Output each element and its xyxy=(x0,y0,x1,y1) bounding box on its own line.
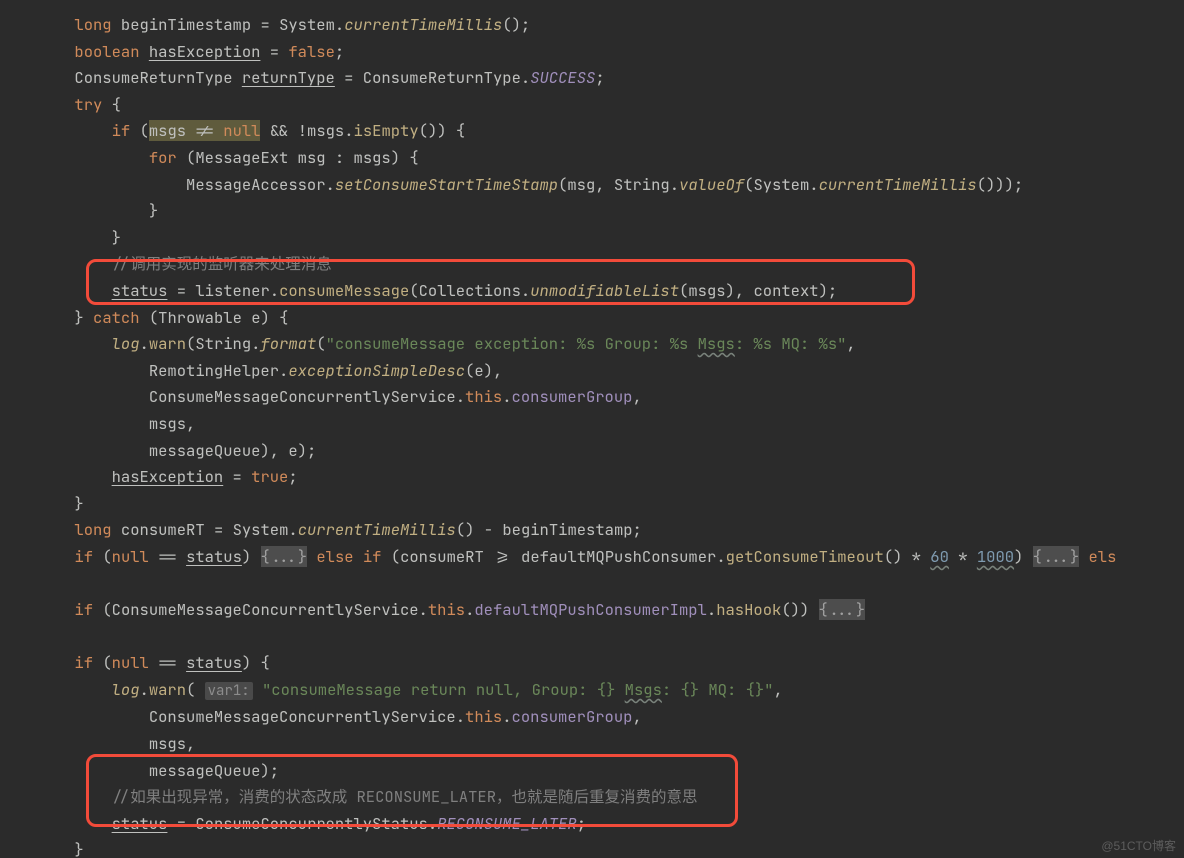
code-fold[interactable]: {...} xyxy=(819,599,866,620)
code-line: if (null == status) {...} else if (consu… xyxy=(0,546,1116,567)
code-line: RemotingHelper.exceptionSimpleDesc(e), xyxy=(0,360,502,381)
keyword-boolean: boolean xyxy=(74,41,139,62)
keyword-long: long xyxy=(74,14,111,35)
code-line: for (MessageExt msg : msgs) { xyxy=(0,147,419,168)
code-line: ConsumeMessageConcurrentlyService.this.c… xyxy=(0,706,642,727)
code-line: status = ConsumeConcurrentlyStatus.RECON… xyxy=(0,813,586,834)
code-line: //如果出现异常，消费的状态改成 RECONSUME_LATER，也就是随后重复… xyxy=(0,786,698,807)
keyword-try: try xyxy=(74,94,102,115)
code-line: log.warn( var1: "consumeMessage return n… xyxy=(0,679,783,700)
code-line: if (ConsumeMessageConcurrentlyService.th… xyxy=(0,599,865,620)
code-line: ConsumeReturnType returnType = ConsumeRe… xyxy=(0,67,605,88)
comment: //调用实现的监听器来处理消息 xyxy=(112,253,332,274)
code-fold[interactable]: {...} xyxy=(261,546,308,567)
code-line: status = listener.consumeMessage(Collect… xyxy=(0,280,837,301)
keyword-if: if xyxy=(112,120,131,141)
code-line: } xyxy=(0,200,158,221)
keyword-for: for xyxy=(149,147,177,168)
code-line: } xyxy=(0,493,84,514)
code-line xyxy=(0,626,9,647)
code-line: hasException = true; xyxy=(0,466,298,487)
code-line: MessageAccessor.setConsumeStartTimeStamp… xyxy=(0,174,1023,195)
code-line: long consumeRT = System.currentTimeMilli… xyxy=(0,519,642,540)
code-line: messageQueue), e); xyxy=(0,440,316,461)
code-line: msgs, xyxy=(0,413,195,434)
keyword-catch: catch xyxy=(93,307,140,328)
code-line: ConsumeMessageConcurrentlyService.this.c… xyxy=(0,386,642,407)
highlighted-expr: msgs != null xyxy=(149,120,261,141)
code-line: if (msgs != null && !msgs.isEmpty()) { xyxy=(0,120,465,141)
code-line: if (null == status) { xyxy=(0,652,270,673)
code-fold[interactable]: {...} xyxy=(1033,546,1080,567)
code-line: //调用实现的监听器来处理消息 xyxy=(0,253,332,274)
code-line: } catch (Throwable e) { xyxy=(0,307,288,328)
code-line: msgs, xyxy=(0,733,195,754)
code-line: try { xyxy=(0,94,121,115)
code-line: long beginTimestamp = System.currentTime… xyxy=(0,14,530,35)
code-line: } xyxy=(0,839,84,858)
code-line: boolean hasException = false; xyxy=(0,41,344,62)
code-editor[interactable]: long beginTimestamp = System.currentTime… xyxy=(0,0,1184,858)
comment: //如果出现异常，消费的状态改成 RECONSUME_LATER，也就是随后重复… xyxy=(112,786,698,807)
code-line: log.warn(String.format("consumeMessage e… xyxy=(0,333,856,354)
parameter-hint: var1: xyxy=(205,682,253,700)
code-line: messageQueue); xyxy=(0,760,279,781)
code-line: } xyxy=(0,227,121,248)
code-line xyxy=(0,572,9,593)
